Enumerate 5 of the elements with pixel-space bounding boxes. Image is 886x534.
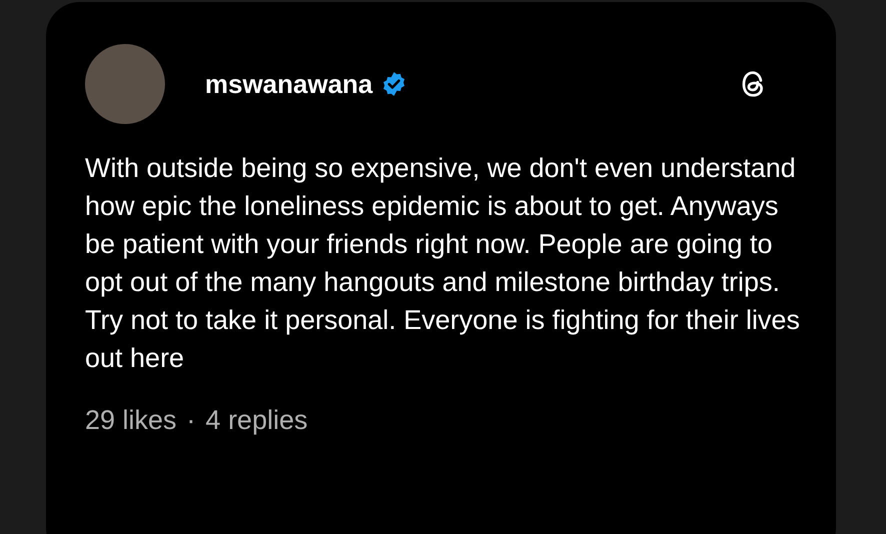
post-text: With outside being so expensive, we don't even understand how epic the loneliness epidemic is about to get. Anyways be patient with your friends right now. People are going to opt out of the many hangouts and milestone birthday trips. Try not to take it personal. Everyone is fighting for their lives out here bbox=[85, 152, 801, 375]
replies-count[interactable]: 4 replies bbox=[206, 405, 308, 436]
separator-dot: · bbox=[186, 405, 196, 436]
username[interactable]: mswanawana bbox=[205, 68, 373, 100]
likes-count[interactable]: 29 likes bbox=[85, 405, 177, 436]
